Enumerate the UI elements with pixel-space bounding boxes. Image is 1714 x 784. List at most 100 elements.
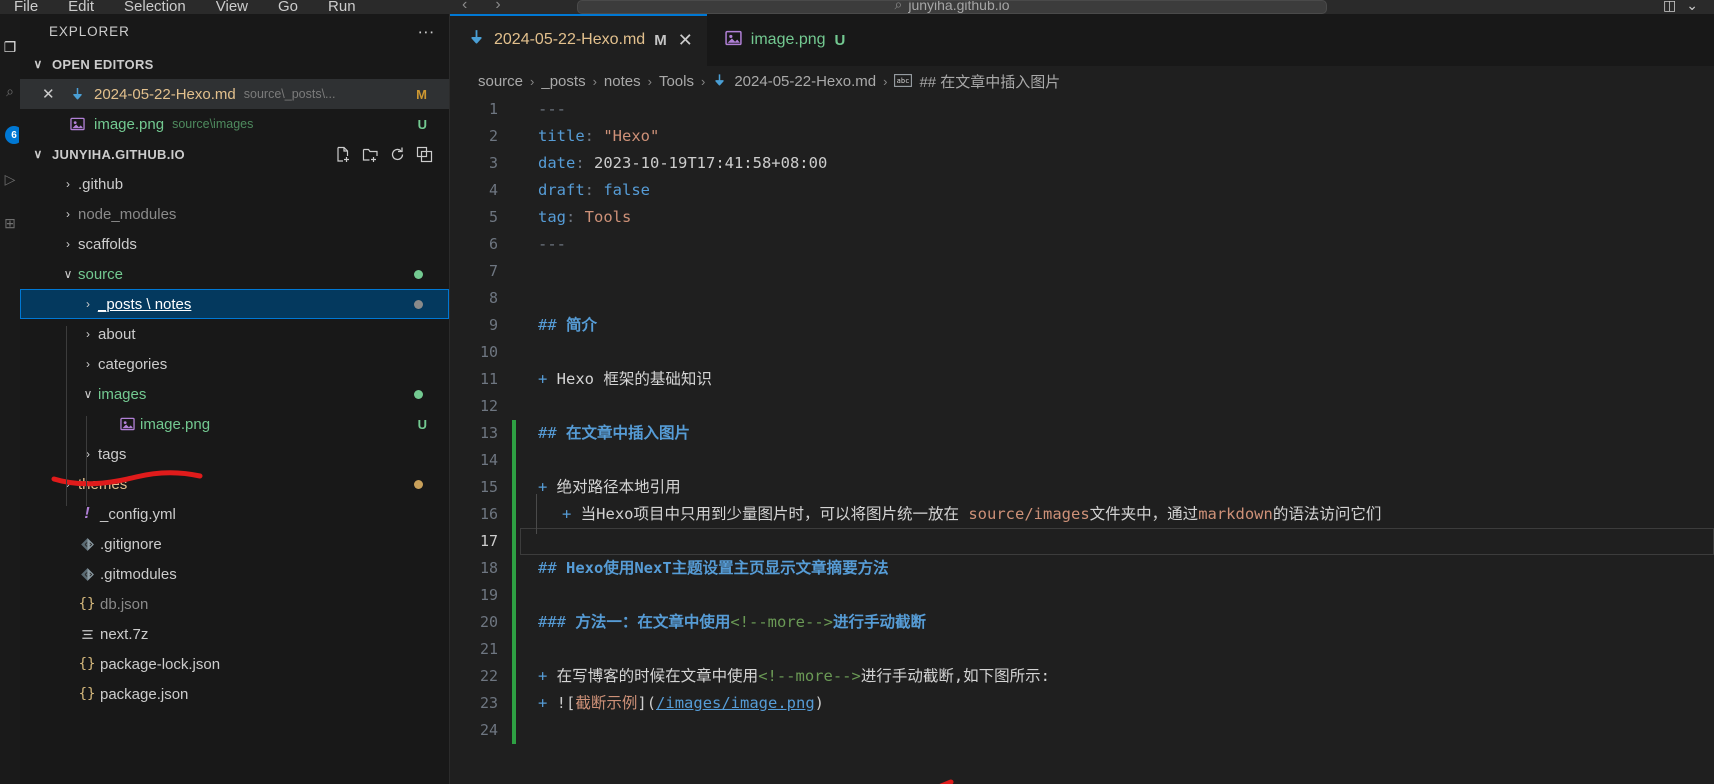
tab-image-png[interactable]: image.png U	[707, 14, 860, 66]
chevron-down-icon[interactable]: ⌄	[1686, 0, 1698, 14]
breadcrumb-item[interactable]: 2024-05-22-Hexo.md	[734, 73, 876, 90]
code-line[interactable]: + 在写博客的时候在文章中使用<!--more-->进行手动截断,如下图所示:	[538, 663, 1714, 690]
sidebar-more-actions[interactable]: ∙∙∙	[418, 22, 435, 42]
archive-icon	[76, 627, 98, 642]
chevron-right-icon[interactable]: ›	[495, 0, 500, 14]
breadcrumb-item[interactable]: source	[478, 73, 523, 90]
tree-item-label: categories	[98, 355, 168, 373]
tree-item-source[interactable]: ∨ source	[20, 259, 449, 289]
layout-icon[interactable]: ◫	[1663, 0, 1676, 14]
tree-item-_posts-notes[interactable]: › _posts \ notes	[20, 289, 449, 319]
code-line[interactable]: draft: false	[538, 177, 1714, 204]
code-line[interactable]: tag: Tools	[538, 204, 1714, 231]
tree-item-db.json[interactable]: {} db.json	[20, 589, 449, 619]
tab-close-icon[interactable]: ✕	[678, 30, 693, 51]
activity-item-extensions[interactable]: ⊞	[1, 208, 19, 238]
titlebar-actions: ◫ ⌄	[1663, 0, 1698, 14]
chevron-down-icon[interactable]: ∨	[60, 267, 76, 281]
tree-item-package-lock.json[interactable]: {} package-lock.json	[20, 649, 449, 679]
menu-go[interactable]: Go	[278, 0, 298, 14]
line-number: 4	[488, 181, 498, 199]
new-file-icon[interactable]	[335, 146, 352, 163]
chevron-right-icon[interactable]: ›	[60, 177, 76, 191]
menu-edit[interactable]: Edit	[68, 0, 94, 14]
code-line[interactable]: + 当Hexo项目中只用到少量图片时，可以将图片统一放在 source/imag…	[538, 501, 1714, 528]
collapse-all-icon[interactable]	[416, 146, 433, 163]
menu-view[interactable]: View	[216, 0, 248, 14]
tree-item-image.png[interactable]: image.png U	[20, 409, 449, 439]
tree-item-next.7z[interactable]: next.7z	[20, 619, 449, 649]
open-editor-item-image-png[interactable]: image.png source\images U	[20, 109, 449, 139]
code-line[interactable]	[538, 258, 1714, 285]
code-line[interactable]	[538, 285, 1714, 312]
search-icon: ⌕	[6, 82, 14, 99]
section-project-root[interactable]: ∨ JUNYIHA.GITHUB.IO	[20, 139, 449, 169]
refresh-icon[interactable]	[389, 146, 406, 163]
code-line[interactable]: ## Hexo使用NexT主题设置主页显示文章摘要方法	[538, 555, 1714, 582]
breadcrumb-item[interactable]: notes	[604, 73, 641, 90]
code-editor[interactable]: 1 2 3 4 5 6 7 8 9 10 11 12 13 14 15 16 17 18 19 20 21 22 23 24 …	[450, 96, 1714, 784]
tree-item-package.json[interactable]: {} package.json	[20, 679, 449, 709]
code-line[interactable]: ---	[538, 231, 1714, 258]
tree-item-themes[interactable]: › themes	[20, 469, 449, 499]
chevron-right-icon[interactable]: ›	[60, 477, 76, 491]
code-line[interactable]	[538, 393, 1714, 420]
tree-item-.gitignore[interactable]: .gitignore	[20, 529, 449, 559]
menu-selection[interactable]: Selection	[124, 0, 186, 14]
files-icon: ❐	[3, 38, 17, 55]
code-line[interactable]	[538, 339, 1714, 366]
code-line[interactable]	[538, 582, 1714, 609]
tree-item-tags[interactable]: › tags	[20, 439, 449, 469]
chevron-right-icon[interactable]: ›	[60, 207, 76, 221]
chevron-left-icon[interactable]: ‹	[462, 0, 467, 14]
code-line[interactable]: ### 方法一：在文章中使用<!--more-->进行手动截断	[538, 609, 1714, 636]
tree-item-_config.yml[interactable]: ! _config.yml	[20, 499, 449, 529]
code-content[interactable]: --- title: "Hexo" date: 2023-10-19T17:41:5…	[516, 96, 1714, 784]
tab-2024-05-22-hexo-md[interactable]: 2024-05-22-Hexo.md M ✕	[450, 14, 707, 66]
activity-item-explorer[interactable]: ❐	[1, 32, 19, 62]
chevron-right-icon[interactable]: ›	[80, 297, 96, 311]
chevron-right-icon[interactable]: ›	[80, 447, 96, 461]
tree-item-images[interactable]: ∨ images	[20, 379, 449, 409]
chevron-down-icon[interactable]: ∨	[80, 387, 96, 401]
activity-bar: ❐ ⌕ 6 ▷ ⊞	[0, 14, 20, 784]
open-editor-item-hexo-md[interactable]: ✕ 2024-05-22-Hexo.md source\_posts\... M	[20, 79, 449, 109]
section-open-editors[interactable]: ∨ OPEN EDITORS	[20, 49, 449, 79]
code-line[interactable]: date: 2023-10-19T17:41:58+08:00	[538, 150, 1714, 177]
code-line[interactable]: ---	[538, 96, 1714, 123]
breadcrumb-item[interactable]: ## 在文章中插入图片	[919, 71, 1060, 92]
code-line[interactable]: + Hexo 框架的基础知识	[538, 366, 1714, 393]
menu-run[interactable]: Run	[328, 0, 356, 14]
code-line[interactable]: ## 简介	[538, 312, 1714, 339]
new-folder-icon[interactable]	[362, 146, 379, 163]
code-line[interactable]	[538, 717, 1714, 744]
menu-file[interactable]: File	[14, 0, 38, 14]
line-number: 19	[479, 586, 498, 604]
close-icon[interactable]: ✕	[42, 85, 55, 103]
chevron-right-icon[interactable]: ›	[80, 327, 96, 341]
code-line[interactable]: + 绝对路径本地引用	[538, 474, 1714, 501]
activity-item-run-debug[interactable]: ▷	[1, 164, 19, 194]
code-line[interactable]	[538, 447, 1714, 474]
code-line[interactable]	[538, 636, 1714, 663]
activity-item-search[interactable]: ⌕	[1, 76, 19, 106]
code-line[interactable]: + ![截断示例](/images/image.png)	[538, 690, 1714, 717]
chevron-right-icon[interactable]: ›	[80, 357, 96, 371]
tree-item-scaffolds[interactable]: › scaffolds	[20, 229, 449, 259]
breadcrumb-item[interactable]: _posts	[541, 73, 585, 90]
chevron-down-icon: ∨	[33, 57, 43, 71]
tree-item-node_modules[interactable]: › node_modules	[20, 199, 449, 229]
code-line[interactable]: ## 在文章中插入图片	[538, 420, 1714, 447]
tree-item-.gitmodules[interactable]: .gitmodules	[20, 559, 449, 589]
tree-item-about[interactable]: › about	[20, 319, 449, 349]
code-token: 2023-10-19T17:41:58+08:00	[594, 154, 828, 172]
activity-item-source-control[interactable]: 6	[1, 120, 19, 150]
tree-item-.github[interactable]: › .github	[20, 169, 449, 199]
command-center-search[interactable]: ⌕ junyiha.github.io	[577, 0, 1327, 14]
tree-item-categories[interactable]: › categories	[20, 349, 449, 379]
breadcrumb-item[interactable]: Tools	[659, 73, 694, 90]
code-line[interactable]: title: "Hexo"	[538, 123, 1714, 150]
code-token: date	[538, 154, 576, 172]
line-number: 17	[479, 532, 498, 550]
chevron-right-icon[interactable]: ›	[60, 237, 76, 251]
